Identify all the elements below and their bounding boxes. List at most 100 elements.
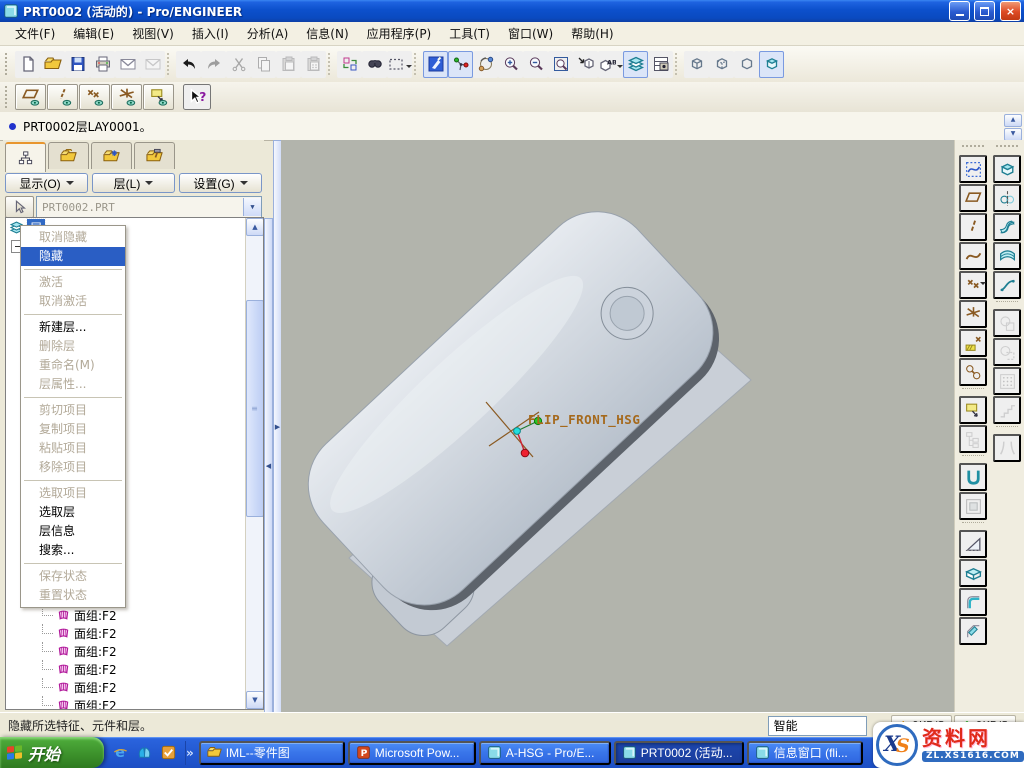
tree-scrollbar[interactable]: ▲ ≡ ▼ (245, 218, 263, 709)
menu-item-2[interactable]: 编辑(E) (64, 22, 123, 45)
paste-button[interactable] (276, 51, 301, 78)
datum-points-toggle[interactable] (79, 84, 110, 110)
scroll-down-button[interactable]: ▼ (246, 691, 264, 709)
shell-button[interactable] (959, 559, 987, 587)
menu-item-1[interactable]: 文件(F) (6, 22, 64, 45)
extrude-button[interactable] (993, 155, 1021, 183)
send-mail-button[interactable] (115, 51, 140, 78)
frame-button[interactable] (959, 492, 987, 520)
tree-item[interactable]: 面组:F2 (6, 696, 246, 709)
datum-plane-button[interactable] (959, 184, 987, 212)
zoom-in-button[interactable] (498, 51, 523, 78)
context-menu-item[interactable]: 隐藏 (21, 247, 125, 266)
orient-mode-button[interactable] (473, 51, 498, 78)
toolbar-grip[interactable] (5, 53, 12, 75)
context-help-button[interactable]: ? (183, 84, 211, 110)
datum-curve-button[interactable] (959, 242, 987, 270)
style-button[interactable] (993, 271, 1021, 299)
layers-button[interactable] (623, 51, 648, 78)
taskbar-task-2[interactable]: PMicrosoft Pow... (348, 741, 476, 765)
redo-button[interactable] (201, 51, 226, 78)
toolbar-grip[interactable] (5, 86, 12, 108)
group-button[interactable] (959, 425, 987, 453)
datum-axis-button[interactable] (959, 213, 987, 241)
revolve-button[interactable] (993, 184, 1021, 212)
tree-item[interactable]: 面组:F2 (6, 660, 246, 678)
taskbar-task-1[interactable]: IML--零件图 (199, 741, 345, 765)
datum-point-button[interactable] (959, 271, 987, 299)
paste-special-button[interactable] (301, 51, 326, 78)
tree-item[interactable]: 面组:F2 (6, 606, 246, 624)
link-button[interactable] (959, 358, 987, 386)
saved-views-button[interactable]: AB (598, 51, 623, 78)
menu-item-6[interactable]: 信息(N) (297, 22, 357, 45)
hidden-line-button[interactable] (709, 51, 734, 78)
toolbar-grip[interactable] (962, 145, 984, 151)
tree-item[interactable]: 面组:F2 (6, 642, 246, 660)
selection-filter-combo[interactable]: 智能 (768, 716, 867, 736)
save-button[interactable] (65, 51, 90, 78)
close-button[interactable]: × (1000, 1, 1021, 21)
tree-item[interactable]: 面组:F2 (6, 624, 246, 642)
layer-menu-button[interactable]: 层(L) (92, 173, 175, 193)
select-arrow-button[interactable] (5, 196, 34, 218)
sweep-button[interactable] (993, 213, 1021, 241)
analysis-button[interactable] (959, 329, 987, 357)
sketch-tool-button[interactable] (959, 155, 987, 183)
favorites-tab[interactable] (91, 142, 132, 169)
refit-button[interactable] (548, 51, 573, 78)
menu-item-3[interactable]: 视图(V) (123, 22, 183, 45)
regenerate-button[interactable] (337, 51, 362, 78)
message-scroll-up-button[interactable]: ▲ (1004, 114, 1022, 127)
context-menu-item[interactable]: 搜索... (21, 541, 125, 560)
start-button[interactable]: 开始 (0, 737, 104, 768)
view-orientation-button[interactable] (573, 51, 598, 78)
annotation-button[interactable] (959, 396, 987, 424)
dropdown-arrow-icon[interactable] (980, 282, 986, 288)
copy-button[interactable] (251, 51, 276, 78)
datum-csys-toggle[interactable] (111, 84, 142, 110)
combo-dropdown-icon[interactable]: ▼ (243, 198, 261, 216)
shaded-button[interactable] (759, 51, 784, 78)
cut-button[interactable] (226, 51, 251, 78)
scroll-thumb[interactable]: ≡ (246, 300, 264, 517)
round-button[interactable] (959, 588, 987, 616)
annotations-toggle[interactable] (143, 84, 174, 110)
menu-item-7[interactable]: 应用程序(P) (358, 22, 441, 45)
restore-button[interactable] (974, 1, 995, 21)
settings-menu-button[interactable]: 设置(G) (179, 173, 262, 193)
undo-button[interactable] (176, 51, 201, 78)
new-file-button[interactable] (15, 51, 40, 78)
datum-csys-button[interactable] (959, 300, 987, 328)
menu-item-5[interactable]: 分析(A) (238, 22, 298, 45)
repaint-button[interactable] (423, 51, 448, 78)
ie-quicklaunch-icon[interactable]: e (112, 744, 129, 761)
context-menu-item[interactable]: 层信息 (21, 522, 125, 541)
datum-planes-toggle[interactable] (15, 84, 46, 110)
context-menu-item[interactable]: 新建层... (21, 318, 125, 337)
model-tree-tab[interactable] (5, 142, 46, 172)
folder-browser-tab[interactable] (48, 142, 89, 169)
taskbar-task-5[interactable]: 信息窗口 (fli... (747, 741, 863, 765)
3d-canvas[interactable]: FLIP_FRONT_HSG (281, 140, 955, 712)
context-menu-item[interactable]: 选取层 (21, 503, 125, 522)
tree-item[interactable]: 面组:F2 (6, 678, 246, 696)
chamfer-button[interactable] (959, 617, 987, 645)
pattern-button[interactable] (993, 367, 1021, 395)
open-button[interactable] (40, 51, 65, 78)
show-menu-button[interactable]: 显示(O) (5, 173, 88, 193)
mail-link-button[interactable] (140, 51, 165, 78)
taskbar-task-4[interactable]: PRT0002 (活动... (614, 741, 744, 765)
dropdown-arrow-icon[interactable] (406, 65, 412, 71)
minimize-button[interactable] (949, 1, 970, 21)
toolbar-grip[interactable] (996, 145, 1018, 151)
draft-button[interactable] (959, 530, 987, 558)
scroll-up-button[interactable]: ▲ (246, 218, 264, 236)
print-button[interactable] (90, 51, 115, 78)
csys-label[interactable]: FLIP_FRONT_HSG (528, 412, 640, 428)
zoom-out-button[interactable] (523, 51, 548, 78)
connections-tab[interactable] (134, 142, 175, 169)
graphics-viewport[interactable]: FLIP_FRONT_HSG (281, 140, 955, 712)
menu-item-8[interactable]: 工具(T) (440, 22, 499, 45)
project-button[interactable] (993, 309, 1021, 337)
